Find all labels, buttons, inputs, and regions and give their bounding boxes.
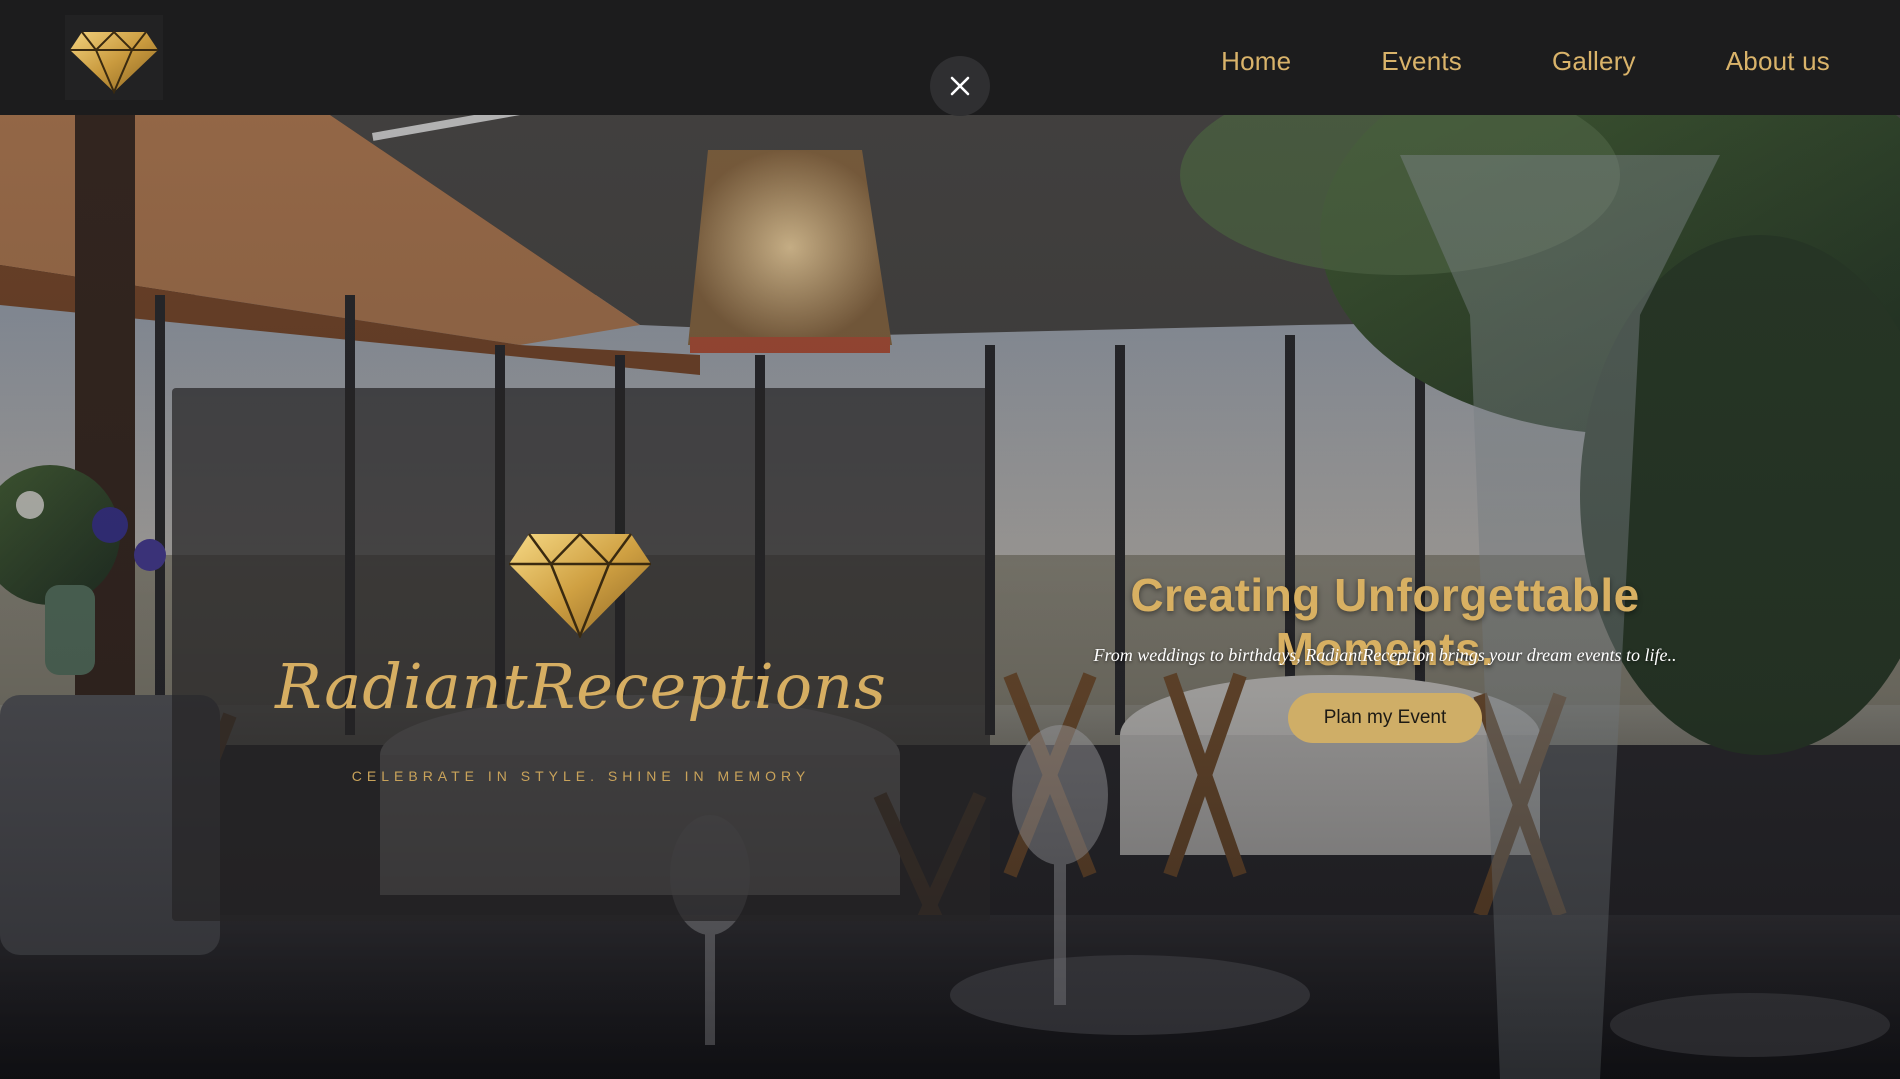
plan-my-event-button[interactable]: Plan my Event: [1288, 693, 1482, 743]
site-header: Home Events Gallery About us: [0, 0, 1900, 116]
close-icon: [950, 76, 970, 96]
nav-gallery[interactable]: Gallery: [1552, 46, 1636, 77]
main-nav: Home Events Gallery About us: [1131, 46, 1830, 77]
nav-about-us[interactable]: About us: [1726, 46, 1830, 77]
hero-subtitle: From weddings to birthdays, RadiantRecep…: [1093, 645, 1677, 665]
gold-diamond-icon: [509, 532, 651, 638]
brand-tagline: CELEBRATE IN STYLE. SHINE IN MEMORY: [351, 768, 811, 784]
gold-diamond-icon: [70, 30, 158, 94]
brand-name: RadiantReceptions: [275, 650, 887, 723]
brand-card: RadiantReceptions CELEBRATE IN STYLE. SH…: [172, 388, 990, 921]
nav-home[interactable]: Home: [1221, 46, 1291, 77]
logo[interactable]: [65, 15, 163, 100]
nav-events[interactable]: Events: [1381, 46, 1462, 77]
close-button[interactable]: [930, 56, 990, 116]
